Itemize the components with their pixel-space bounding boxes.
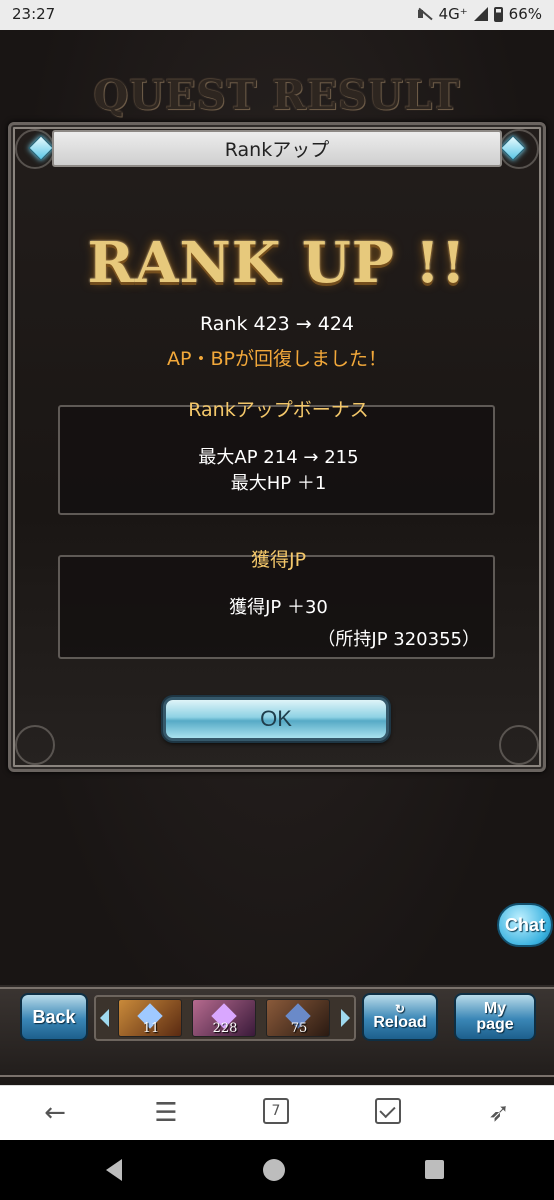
rank-change-text: Rank 423 → 424 bbox=[199, 313, 355, 335]
battery-icon bbox=[493, 6, 503, 22]
rocket-icon[interactable]: ➶ bbox=[486, 1100, 512, 1126]
menu-icon[interactable]: ☰ bbox=[153, 1100, 179, 1126]
rank-up-banner: RANK UP !! bbox=[87, 230, 467, 296]
chat-label: Chat bbox=[505, 914, 545, 935]
mypage-label-1: My bbox=[483, 1000, 507, 1017]
jp-owned-line: （所持JP 320355） bbox=[317, 629, 480, 650]
item-slot[interactable]: 228 bbox=[192, 999, 256, 1037]
signal-icon bbox=[473, 7, 488, 21]
back-label: Back bbox=[32, 1007, 76, 1027]
carousel-right-arrow-icon[interactable] bbox=[341, 1009, 350, 1027]
browser-toolbar: ← ☰ 7 ➶ bbox=[0, 1085, 554, 1140]
corner-ornament bbox=[499, 725, 539, 765]
reload-label: Reload bbox=[373, 1014, 427, 1031]
battery-percent: 66% bbox=[508, 5, 542, 23]
reload-button[interactable]: ↻ Reload bbox=[362, 993, 438, 1041]
network-label: 4G⁺ bbox=[438, 5, 468, 23]
tab-switcher-button[interactable]: 7 bbox=[263, 1098, 289, 1124]
item-slot[interactable]: 11 bbox=[118, 999, 182, 1037]
corner-ornament bbox=[15, 725, 55, 765]
item-count: 228 bbox=[212, 1021, 238, 1036]
mute-icon bbox=[417, 7, 433, 21]
carousel-left-arrow-icon[interactable] bbox=[100, 1009, 109, 1027]
nav-home-icon[interactable] bbox=[263, 1159, 285, 1181]
max-hp-line: 最大HP ＋1 bbox=[230, 473, 327, 494]
back-arrow-icon[interactable]: ← bbox=[42, 1100, 68, 1126]
nav-back-icon[interactable] bbox=[106, 1159, 122, 1181]
game-view: QUEST RESULT Rankアップ RANK UP !! Rank 423… bbox=[0, 30, 554, 1085]
back-button[interactable]: Back bbox=[20, 993, 88, 1041]
dialog-title-bar: Rankアップ bbox=[52, 130, 502, 167]
game-bottom-bar: Back 11 228 75 ↻ Reload My page bbox=[0, 985, 554, 1085]
ok-label: OK bbox=[260, 706, 292, 731]
chat-button[interactable]: Chat bbox=[497, 903, 553, 947]
rank-bonus-title: Rankアップボーナス bbox=[188, 399, 369, 421]
mypage-button[interactable]: My page bbox=[454, 993, 536, 1041]
max-ap-line: 最大AP 214 → 215 bbox=[198, 447, 359, 468]
mypage-label-2: page bbox=[476, 1016, 514, 1033]
system-nav-bar bbox=[0, 1140, 554, 1200]
item-count: 11 bbox=[142, 1021, 160, 1036]
nav-recents-icon[interactable] bbox=[425, 1160, 444, 1179]
jp-title: 獲得JP bbox=[250, 549, 307, 571]
bookmark-check-icon[interactable] bbox=[375, 1098, 401, 1124]
rank-bonus-box: Rankアップボーナス 最大AP 214 → 215 最大HP ＋1 bbox=[58, 399, 495, 515]
item-carousel: 11 228 75 bbox=[94, 995, 356, 1041]
clock: 23:27 bbox=[12, 5, 56, 23]
screen-title: QUEST RESULT bbox=[93, 72, 461, 119]
item-count: 75 bbox=[290, 1021, 308, 1036]
status-bar: 23:27 4G⁺ 66% bbox=[0, 0, 554, 30]
ok-button[interactable]: OK bbox=[163, 697, 389, 741]
jp-box: 獲得JP 獲得JP ＋30 （所持JP 320355） bbox=[58, 549, 495, 659]
recover-message: AP・BPが回復しました！ bbox=[167, 348, 387, 370]
jp-gain-line: 獲得JP ＋30 bbox=[229, 597, 328, 618]
status-icons: 4G⁺ 66% bbox=[417, 5, 542, 23]
item-slot[interactable]: 75 bbox=[266, 999, 330, 1037]
dialog-title: Rankアップ bbox=[224, 139, 330, 161]
